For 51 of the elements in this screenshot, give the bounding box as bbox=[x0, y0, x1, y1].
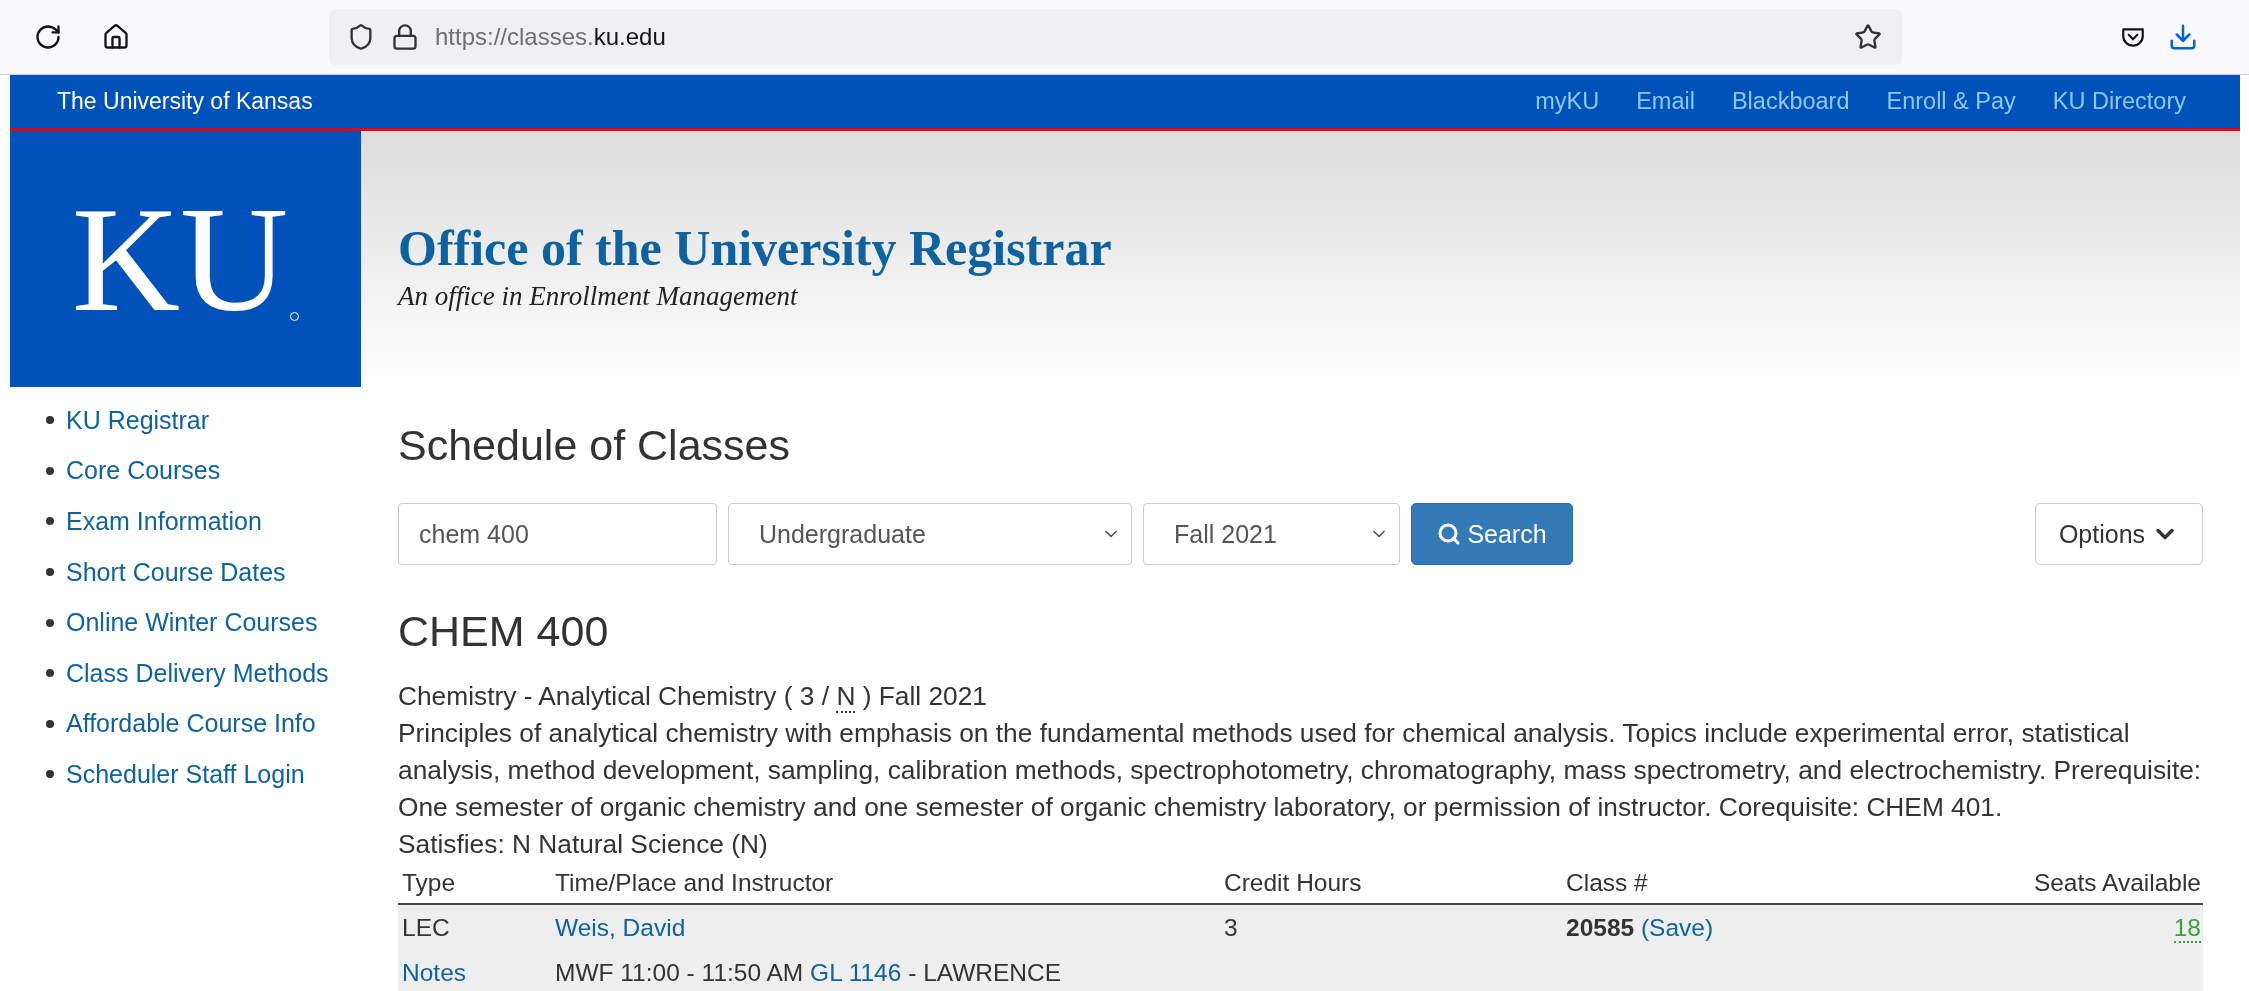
university-link[interactable]: The University of Kansas bbox=[57, 88, 1499, 115]
logo-letters: KU bbox=[71, 174, 289, 344]
bullet-icon bbox=[46, 669, 54, 678]
sidebar-link[interactable]: KU Registrar bbox=[66, 405, 210, 435]
address-bar[interactable]: https://classes.ku.edu bbox=[329, 9, 1902, 65]
room-link[interactable]: GL 1146 bbox=[810, 959, 902, 986]
lock-icon bbox=[391, 23, 419, 51]
bullet-icon bbox=[46, 416, 54, 425]
search-icon bbox=[1437, 522, 1462, 546]
class-number: 20585 bbox=[1566, 914, 1635, 941]
instructor-link[interactable]: Weis, David bbox=[555, 914, 686, 941]
sidebar-link[interactable]: Exam Information bbox=[66, 507, 262, 536]
satisfies-text: Satisfies: N Natural Science (N) bbox=[398, 828, 769, 861]
course-summary: Chemistry - Analytical Chemistry ( 3 / N ) Fall 2021 bbox=[398, 680, 988, 715]
sidebar-link[interactable]: Affordable Course Info bbox=[66, 709, 316, 739]
table-cell: 3 bbox=[1220, 905, 1562, 950]
bullet-icon bbox=[46, 618, 54, 627]
career-select[interactable]: Undergraduate bbox=[728, 503, 1132, 565]
bullet-icon bbox=[46, 770, 54, 779]
sidebar-link[interactable]: Class Delivery Methods bbox=[66, 658, 329, 688]
bullet-icon bbox=[46, 466, 54, 475]
course-description: Principles of analytical chemistry with emphasis on the fundamental methods used for chemical analysis. Topics include experimental error, statistical analysis, method development, sampling, calibration methods, spectrophotometry, chromatography, mass spectrometry, and electrochemistry. Prerequisite: One semester of organic chemistry and one semester of organic chemistry laboratory, or permission of instructor. Corequisite: CHEM 401. bbox=[398, 717, 2203, 824]
save-link[interactable]: (Save) bbox=[1640, 914, 1714, 941]
top-nav-link[interactable]: Blackboard bbox=[1731, 88, 1850, 115]
sidebar-link[interactable]: Scheduler Staff Login bbox=[66, 759, 305, 789]
campus-text: - LAWRENCE bbox=[908, 959, 1062, 986]
bullet-icon bbox=[46, 568, 54, 577]
bullet-icon bbox=[46, 517, 54, 526]
search-field[interactable]: chem 400 bbox=[398, 503, 717, 565]
bullet-icon bbox=[46, 719, 54, 728]
top-nav-link[interactable]: Enroll & Pay bbox=[1886, 88, 2016, 115]
site-subtitle: An office in Enrollment Management bbox=[398, 281, 799, 312]
ku-logo[interactable]: KU bbox=[10, 131, 361, 387]
top-nav-link[interactable]: Email bbox=[1636, 88, 1695, 115]
term-select[interactable]: Fall 2021 bbox=[1143, 503, 1400, 565]
table-cell: LEC bbox=[398, 905, 551, 950]
abbreviation[interactable]: N bbox=[836, 681, 856, 713]
site-title: Office of the University Registrar bbox=[398, 219, 1112, 277]
course-heading: CHEM 400 bbox=[398, 607, 610, 657]
search-button[interactable]: Search bbox=[1411, 503, 1573, 565]
top-nav-link[interactable]: myKU bbox=[1535, 88, 1600, 115]
url-text: https://classes.ku.edu bbox=[435, 23, 667, 51]
bookmark-star-icon[interactable] bbox=[1854, 23, 1882, 51]
download-icon[interactable] bbox=[2168, 22, 2198, 52]
page-heading: Schedule of Classes bbox=[398, 421, 791, 471]
sidebar-link[interactable]: Online Winter Courses bbox=[66, 608, 318, 638]
sidebar-link[interactable]: Short Course Dates bbox=[66, 557, 286, 587]
sidebar-link[interactable]: Core Courses bbox=[66, 456, 221, 486]
top-nav-link[interactable]: KU Directory bbox=[2052, 88, 2186, 115]
meeting-time: MWF 11:00 - 11:50 AM bbox=[555, 959, 804, 986]
options-button[interactable]: Options bbox=[2035, 503, 2203, 565]
